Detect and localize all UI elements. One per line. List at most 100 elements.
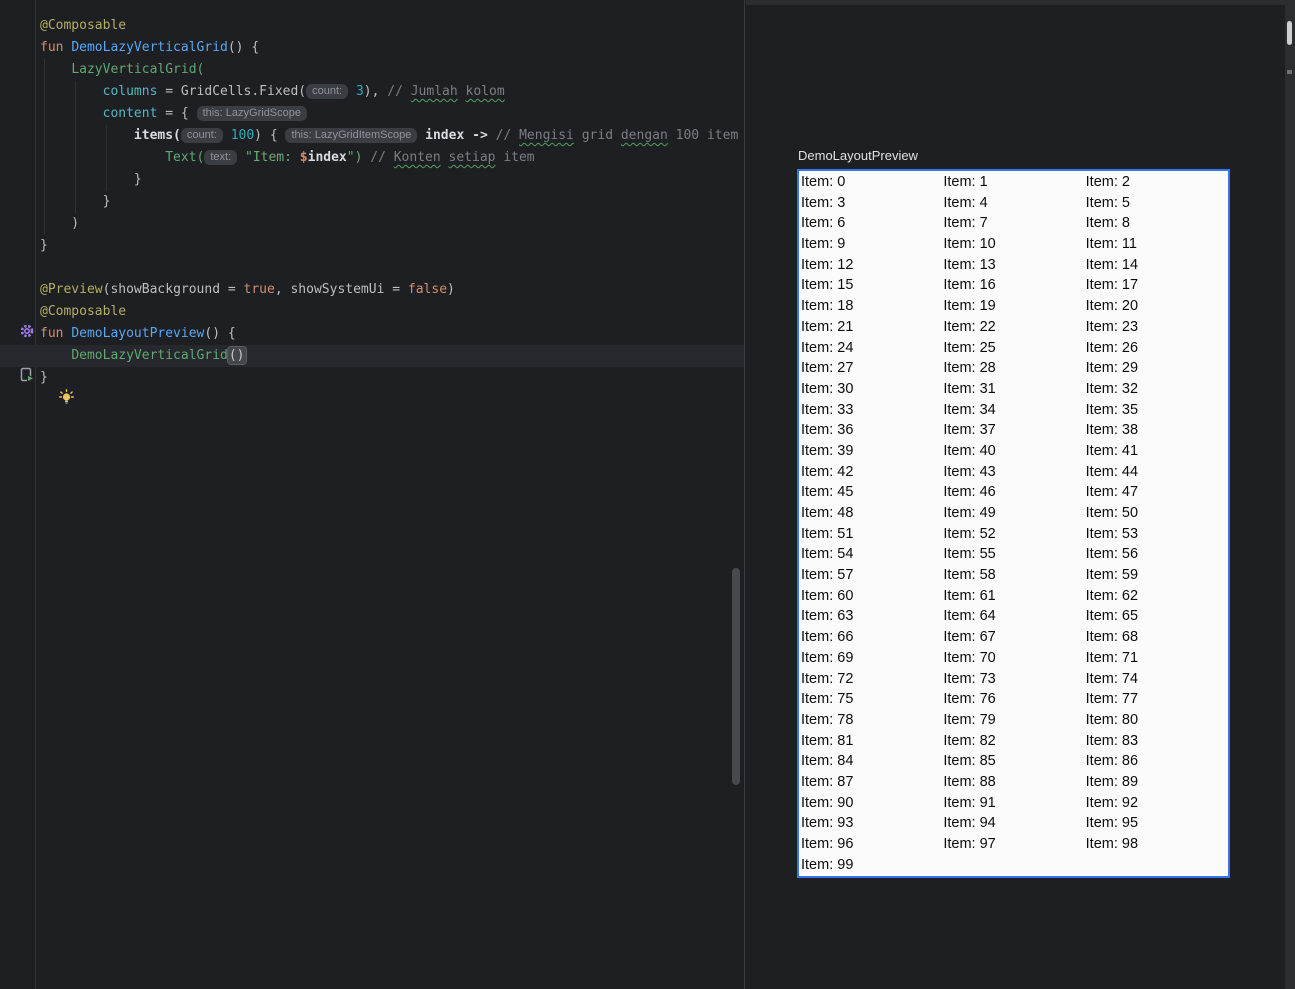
code-token: LazyVerticalGrid( bbox=[71, 62, 204, 77]
grid-item: Item: 95 bbox=[1086, 813, 1228, 834]
code-line[interactable] bbox=[0, 257, 745, 279]
grid-item: Item: 50 bbox=[1086, 503, 1228, 524]
code-token bbox=[458, 84, 466, 99]
code-line[interactable]: ) bbox=[0, 213, 745, 235]
code-line[interactable]: @Composable bbox=[0, 301, 745, 323]
grid-item: Item: 48 bbox=[801, 503, 943, 524]
grid-item: Item: 91 bbox=[943, 793, 1085, 814]
grid-item: Item: 0 bbox=[801, 172, 943, 193]
code-token: ) bbox=[447, 282, 455, 297]
code-line[interactable]: Text(text: "Item: $index") // Konten set… bbox=[0, 147, 745, 169]
grid-item: Item: 53 bbox=[1086, 524, 1228, 545]
grid-item: Item: 84 bbox=[801, 751, 943, 772]
grid-item: Item: 2 bbox=[1086, 172, 1228, 193]
inlay-hint-chip[interactable]: this: LazyGridScope bbox=[197, 106, 307, 121]
indent-guide bbox=[75, 81, 76, 213]
code-token bbox=[40, 128, 134, 143]
code-token: = bbox=[157, 84, 180, 99]
code-line[interactable]: @Composable bbox=[0, 15, 745, 37]
indent-guide bbox=[44, 59, 45, 235]
code-token: content bbox=[103, 106, 158, 121]
code-line[interactable]: } bbox=[0, 169, 745, 191]
code-token: showSystemUi bbox=[290, 282, 384, 297]
code-token: , bbox=[275, 282, 291, 297]
editor-vertical-scrollbar[interactable] bbox=[732, 568, 740, 785]
code-line[interactable]: } bbox=[0, 235, 745, 257]
indent-guide bbox=[106, 125, 107, 191]
inlay-hint-chip[interactable]: count: bbox=[181, 128, 223, 143]
grid-item: Item: 28 bbox=[943, 358, 1085, 379]
code-token: } bbox=[40, 172, 142, 187]
code-editor-pane[interactable]: @Composablefun DemoLazyVerticalGrid() { … bbox=[0, 0, 745, 989]
code-token: @Composable bbox=[40, 18, 126, 33]
grid-item: Item: 46 bbox=[943, 482, 1085, 503]
grid-item: Item: 76 bbox=[943, 689, 1085, 710]
preview-canvas[interactable]: Item: 0Item: 1Item: 2Item: 3Item: 4Item:… bbox=[797, 169, 1230, 878]
grid-item: Item: 99 bbox=[801, 855, 943, 876]
code-token: = bbox=[220, 282, 243, 297]
grid-item: Item: 7 bbox=[943, 213, 1085, 234]
grid-item: Item: 42 bbox=[801, 462, 943, 483]
code-token bbox=[40, 348, 71, 363]
stripe-marker bbox=[1287, 70, 1292, 74]
preview-pane-top-border bbox=[746, 0, 1285, 5]
grid-item: Item: 24 bbox=[801, 338, 943, 359]
grid-item: Item: 97 bbox=[943, 834, 1085, 855]
code-line[interactable]: } bbox=[0, 367, 745, 389]
code-token: } bbox=[40, 238, 48, 253]
grid-item: Item: 52 bbox=[943, 524, 1085, 545]
grid-item: Item: 30 bbox=[801, 379, 943, 400]
grid-item: Item: 81 bbox=[801, 731, 943, 752]
stripe-scrollbar-thumb[interactable] bbox=[1287, 21, 1292, 45]
grid-item: Item: 74 bbox=[1086, 669, 1228, 690]
code-token bbox=[441, 150, 449, 165]
code-line[interactable]: fun DemoLayoutPreview() { bbox=[0, 323, 745, 345]
grid-item: Item: 73 bbox=[943, 669, 1085, 690]
preview-title: DemoLayoutPreview bbox=[798, 148, 918, 163]
code-line[interactable]: LazyVerticalGrid( bbox=[0, 59, 745, 81]
code-token: Jumlah bbox=[411, 84, 458, 99]
grid-item: Item: 23 bbox=[1086, 317, 1228, 338]
code-line[interactable]: items(count: 100) { this: LazyGridItemSc… bbox=[0, 125, 745, 147]
grid-item: Item: 93 bbox=[801, 813, 943, 834]
grid-item: Item: 1 bbox=[943, 172, 1085, 193]
code-line[interactable]: columns = GridCells.Fixed(count: 3), // … bbox=[0, 81, 745, 103]
code-line[interactable]: content = { this: LazyGridScope bbox=[0, 103, 745, 125]
code-token: // bbox=[370, 150, 393, 165]
grid-item: Item: 19 bbox=[943, 296, 1085, 317]
grid-item: Item: 61 bbox=[943, 586, 1085, 607]
grid-item: Item: 21 bbox=[801, 317, 943, 338]
code-token bbox=[40, 150, 165, 165]
grid-item: Item: 32 bbox=[1086, 379, 1228, 400]
code-line[interactable]: @Preview(showBackground = true, showSyst… bbox=[0, 279, 745, 301]
grid-item: Item: 75 bbox=[801, 689, 943, 710]
inlay-hint-chip[interactable]: this: LazyGridItemScope bbox=[285, 128, 417, 143]
code-token: // bbox=[387, 84, 410, 99]
inlay-hint-chip[interactable]: count: bbox=[306, 84, 348, 99]
grid-item: Item: 17 bbox=[1086, 275, 1228, 296]
grid-item: Item: 62 bbox=[1086, 586, 1228, 607]
grid-item: Item: 78 bbox=[801, 710, 943, 731]
lazy-vertical-grid: Item: 0Item: 1Item: 2Item: 3Item: 4Item:… bbox=[799, 171, 1228, 875]
grid-item: Item: 92 bbox=[1086, 793, 1228, 814]
compose-preview-pane[interactable]: DemoLayoutPreview Item: 0Item: 1Item: 2I… bbox=[746, 0, 1285, 989]
code-line[interactable]: fun DemoLazyVerticalGrid() { bbox=[0, 37, 745, 59]
code-token: true bbox=[244, 282, 275, 297]
grid-item: Item: 47 bbox=[1086, 482, 1228, 503]
code-token: ) { bbox=[254, 128, 285, 143]
code-token: index bbox=[308, 150, 347, 165]
grid-item: Item: 36 bbox=[801, 420, 943, 441]
code-token: ") bbox=[347, 150, 363, 165]
code-line[interactable]: DemoLazyVerticalGrid() bbox=[0, 345, 745, 367]
inlay-hint-chip[interactable]: text: bbox=[204, 150, 237, 165]
code-token: "Item: bbox=[245, 150, 300, 165]
code-token: false bbox=[408, 282, 447, 297]
grid-item: Item: 14 bbox=[1086, 255, 1228, 276]
grid-item: Item: 67 bbox=[943, 627, 1085, 648]
grid-item: Item: 43 bbox=[943, 462, 1085, 483]
code-token: 100 item bbox=[668, 128, 738, 143]
code-area[interactable]: @Composablefun DemoLazyVerticalGrid() { … bbox=[0, 15, 745, 389]
code-token: items( bbox=[134, 128, 181, 143]
grid-item: Item: 58 bbox=[943, 565, 1085, 586]
code-line[interactable]: } bbox=[0, 191, 745, 213]
